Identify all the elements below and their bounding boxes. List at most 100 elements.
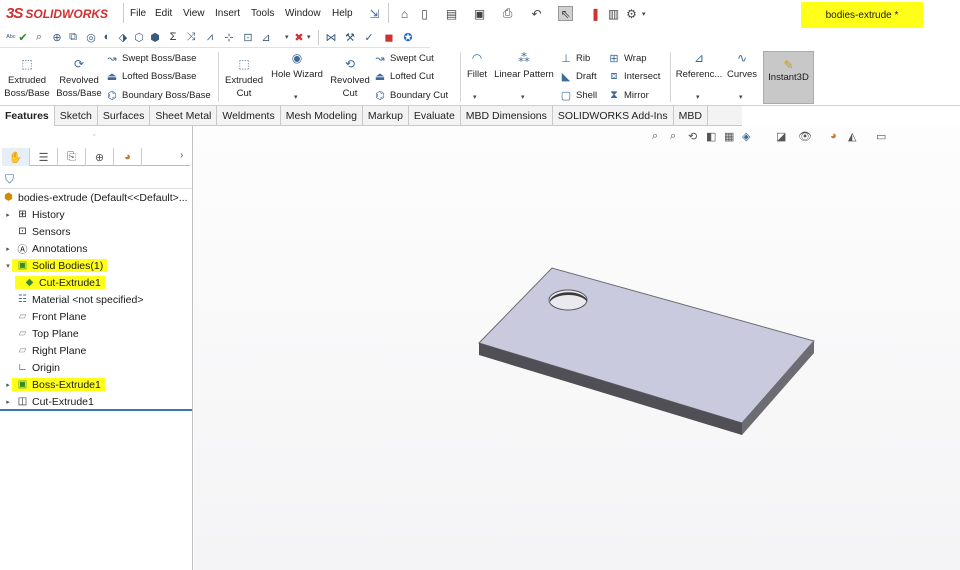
feature-works-icon[interactable]: ⚒ [343, 30, 357, 44]
tab-features[interactable]: Features [0, 106, 55, 126]
reference-dropdown-icon[interactable]: ▾ [696, 93, 700, 101]
menu-tools[interactable]: Tools [251, 8, 274, 19]
collapse-icon[interactable]: ▾ [4, 262, 12, 270]
sensor-icon[interactable]: ◎ [84, 30, 98, 44]
tab-solidworks-addins[interactable]: SOLIDWORKS Add-Ins [553, 106, 674, 126]
tab-sketch[interactable]: Sketch [55, 106, 98, 126]
filter-icon[interactable]: ⛉ [5, 172, 14, 187]
dimxpert-tab-icon[interactable]: ⊕ [86, 148, 114, 166]
display-manager-tab-icon[interactable]: ◕ [114, 148, 142, 166]
sustainability-icon[interactable]: ✪ [401, 30, 415, 44]
tree-item-boss-extrude1[interactable]: ▸ ▣ Boss-Extrude1 [0, 376, 105, 393]
menu-help[interactable]: Help [332, 8, 353, 19]
remove-icon[interactable]: ✖ [292, 30, 306, 44]
instant3d-button[interactable]: ✎ Instant3D [763, 51, 814, 104]
draft-button[interactable]: ◣ Draft [560, 70, 597, 83]
boundary-cut-button[interactable]: ⌬ Boundary Cut [374, 89, 448, 102]
lofted-boss-button[interactable]: ⏏ Lofted Boss/Base [106, 70, 197, 83]
open-folder-icon[interactable]: ▤ [444, 6, 459, 21]
rebuild-icon[interactable]: ❚ [588, 6, 603, 21]
compare-icon[interactable]: ⋈ [324, 30, 338, 44]
curves-dropdown-icon[interactable]: ▾ [739, 93, 743, 101]
swept-cut-button[interactable]: ↝ Swept Cut [374, 52, 433, 65]
draft-analysis-icon[interactable]: ⩘ [203, 30, 217, 44]
mass-properties-icon[interactable]: ⊕ [50, 30, 64, 44]
extruded-boss-button[interactable]: ⬚ Extruded Boss/Base [4, 58, 50, 100]
tree-item-front-plane[interactable]: ▱ Front Plane [0, 308, 87, 325]
tree-root[interactable]: ⬢ bodies-extrude (Default<<Default>... [0, 189, 187, 206]
tree-item-origin[interactable]: ∟ Origin [0, 359, 60, 376]
graphics-area[interactable]: ⌕ ⌕ ⟲ ◧ ▦ ◈ ◪ 👁 ◕ ◭ ▭ [194, 126, 960, 570]
feature-manager-tab-icon[interactable]: ✋ [2, 148, 30, 166]
linear-pattern-dropdown-icon[interactable]: ▾ [521, 93, 525, 101]
tab-mbd-dimensions[interactable]: MBD Dimensions [461, 106, 553, 126]
tab-mbd[interactable]: MBD [674, 106, 708, 126]
shell-button[interactable]: ▢ Shell [560, 89, 597, 102]
hole-wizard-dropdown-icon[interactable]: ▾ [294, 93, 298, 101]
intersect-button[interactable]: ⧈ Intersect [608, 70, 661, 83]
curvature-icon[interactable]: ⤨ [184, 30, 198, 44]
section-properties-icon[interactable]: ⧉ [66, 30, 80, 44]
zebra-icon[interactable]: ⊡ [241, 30, 255, 44]
pin-icon[interactable]: ⇲ [367, 6, 382, 21]
home-icon[interactable]: ⌂ [397, 6, 412, 21]
performance-icon[interactable]: ◐ [100, 30, 114, 44]
tab-surfaces[interactable]: Surfaces [98, 106, 151, 126]
equations-sigma-icon[interactable]: Σ [166, 30, 180, 44]
expand-icon[interactable]: ▸ [4, 381, 12, 389]
boundary-boss-button[interactable]: ⌬ Boundary Boss/Base [106, 89, 211, 102]
reference-geometry-button[interactable]: ⊿ Referenc... [674, 52, 724, 81]
measure-icon[interactable]: ⌕ [32, 30, 46, 44]
mirror-button[interactable]: ⧗ Mirror [608, 89, 649, 102]
property-manager-tab-icon[interactable]: ☰ [30, 148, 58, 166]
model-canvas[interactable] [194, 126, 960, 570]
expand-icon[interactable]: ▸ [4, 398, 12, 406]
new-document-icon[interactable]: ▯ [417, 6, 432, 21]
tab-sheet-metal[interactable]: Sheet Metal [150, 106, 218, 126]
rollback-bar[interactable] [0, 409, 192, 411]
symmetry-check-icon[interactable]: ⊹ [222, 30, 236, 44]
rib-button[interactable]: ⊥ Rib [560, 52, 590, 65]
undo-icon[interactable]: ↶ [529, 6, 544, 21]
revolved-cut-button[interactable]: ⟲ Revolved Cut [328, 58, 372, 100]
chevron-right-icon[interactable]: › [180, 150, 183, 161]
menu-edit[interactable]: Edit [155, 8, 172, 19]
tree-item-right-plane[interactable]: ▱ Right Plane [0, 342, 87, 359]
tab-weldments[interactable]: Weldments [217, 106, 281, 126]
options-gear-icon[interactable]: ⚙ [624, 6, 639, 21]
extruded-cut-button[interactable]: ⬚ Extruded Cut [222, 58, 266, 100]
tree-item-cut-extrude1[interactable]: ▸ ◫ Cut-Extrude1 [0, 393, 94, 410]
deviation-icon[interactable]: ⊿ [259, 30, 273, 44]
expand-icon[interactable]: ▸ [4, 211, 12, 219]
tab-evaluate[interactable]: Evaluate [409, 106, 461, 126]
linear-pattern-button[interactable]: ⁂ Linear Pattern [494, 52, 554, 81]
lofted-cut-button[interactable]: ⏏ Lofted Cut [374, 70, 434, 83]
fillet-button[interactable]: ◠ Fillet [462, 52, 492, 81]
solidworks-logo[interactable]: 3S SOLIDWORKS [6, 5, 108, 22]
panel-grip-icon[interactable]: ◦ [93, 132, 95, 139]
menu-window[interactable]: Window [285, 8, 321, 19]
fillet-dropdown-icon[interactable]: ▾ [473, 93, 477, 101]
tree-item-body-cut-extrude1[interactable]: ◆ Cut-Extrude1 [15, 274, 105, 291]
remove-dropdown-icon[interactable]: ▾ [307, 33, 311, 41]
tree-item-material[interactable]: ☷ Material <not specified> [0, 291, 143, 308]
swept-boss-button[interactable]: ↝ Swept Boss/Base [106, 52, 196, 65]
menu-insert[interactable]: Insert [215, 8, 240, 19]
file-properties-icon[interactable]: ▥ [606, 6, 621, 21]
check-entity-icon[interactable]: ⬢ [148, 30, 162, 44]
revolved-boss-button[interactable]: ⟳ Revolved Boss/Base [56, 58, 102, 100]
design-checker-icon[interactable]: ✓ [362, 30, 376, 44]
wrap-button[interactable]: ⊞ Wrap [608, 52, 646, 65]
interference-icon[interactable]: ⬗ [116, 30, 130, 44]
save-icon[interactable]: ▣ [472, 6, 487, 21]
expand-icon[interactable]: ▸ [4, 245, 12, 253]
tree-item-history[interactable]: ▸ ⊞ History [0, 206, 64, 223]
menu-file[interactable]: File [130, 8, 146, 19]
hole-wizard-button[interactable]: ◉ Hole Wizard [268, 52, 326, 81]
print-icon[interactable]: ⎙ [500, 6, 515, 21]
tree-item-top-plane[interactable]: ▱ Top Plane [0, 325, 79, 342]
costing-icon[interactable]: ◼ [382, 30, 396, 44]
tab-mesh-modeling[interactable]: Mesh Modeling [281, 106, 363, 126]
tree-item-annotations[interactable]: ▸ Ⓐ Annotations [0, 240, 87, 257]
options-dropdown-icon[interactable]: ▾ [642, 10, 646, 18]
